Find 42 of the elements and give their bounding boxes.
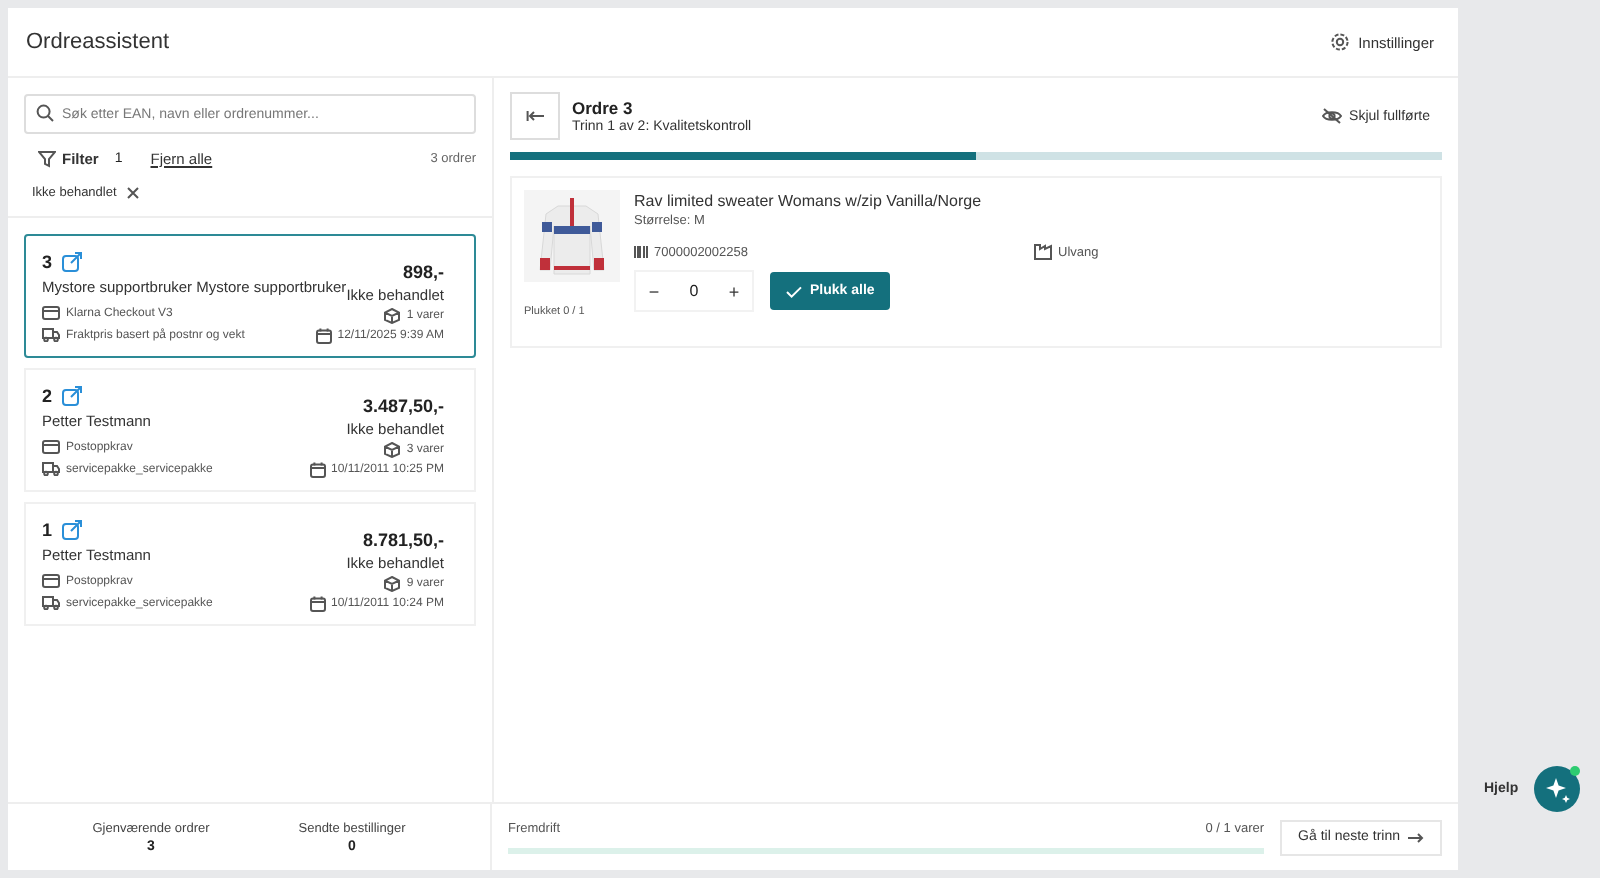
search-icon xyxy=(36,104,54,122)
truck-icon xyxy=(42,596,60,611)
arrow-right-icon xyxy=(1408,831,1424,843)
sparkle-icon xyxy=(1543,775,1572,803)
truck-icon xyxy=(42,328,60,343)
order-title: Ordre 3 xyxy=(572,98,635,118)
check-icon xyxy=(786,285,802,297)
card-icon xyxy=(42,574,60,589)
app-title: Ordreassistent xyxy=(26,30,170,54)
calendar-icon xyxy=(309,596,325,612)
decrement-button[interactable]: − xyxy=(636,281,672,301)
barcode-icon xyxy=(634,246,648,258)
truck-icon xyxy=(42,462,60,477)
card-icon xyxy=(42,440,60,455)
calendar-icon xyxy=(315,328,332,344)
back-button[interactable] xyxy=(510,92,560,140)
online-dot-icon xyxy=(1570,766,1581,776)
order-amount: 8.781,50,- xyxy=(362,530,444,550)
remove-filter-button[interactable] xyxy=(126,186,141,200)
card-icon xyxy=(42,306,60,321)
assistant-button[interactable] xyxy=(1534,766,1581,812)
quantity-value: 0 xyxy=(687,282,701,300)
order-amount: 3.487,50,- xyxy=(362,396,444,416)
order-number: 1 xyxy=(42,519,53,540)
external-link-icon xyxy=(62,519,83,540)
settings-icon xyxy=(1330,32,1351,52)
calendar-icon xyxy=(309,462,325,478)
box-icon xyxy=(384,576,401,592)
hidden-eye-icon xyxy=(1321,108,1342,124)
warehouse-icon xyxy=(1034,244,1052,260)
increment-button[interactable]: + xyxy=(716,281,752,301)
order-amount: 898,- xyxy=(402,262,444,282)
product-name: Rav limited sweater Womans w/zip Vanilla/Norge xyxy=(634,192,984,210)
external-link-icon xyxy=(62,385,83,406)
order-number: 2 xyxy=(42,385,53,406)
box-icon xyxy=(384,442,401,458)
order-number: 3 xyxy=(42,251,53,272)
close-icon xyxy=(126,186,141,200)
box-icon xyxy=(384,308,401,324)
external-link-icon xyxy=(62,251,83,272)
filter-icon xyxy=(38,149,56,167)
back-icon xyxy=(525,110,545,122)
